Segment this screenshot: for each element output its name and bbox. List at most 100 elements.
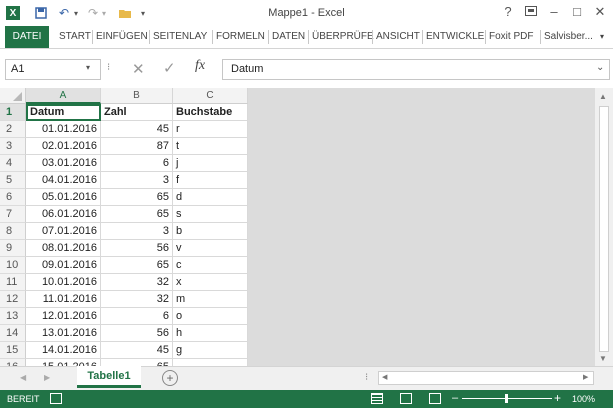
cell-a[interactable]: 03.01.2016 xyxy=(26,155,101,172)
row-header[interactable]: 6 xyxy=(0,189,26,206)
name-box-dropdown-icon[interactable]: ▾ xyxy=(86,63,90,72)
add-sheet-button[interactable]: + xyxy=(162,370,178,386)
formula-bar-handle-icon[interactable]: ⁝ xyxy=(107,62,110,73)
minimize-icon[interactable]: – xyxy=(543,2,565,22)
cell-b[interactable]: 32 xyxy=(101,274,173,291)
tab-ueberpruefen[interactable]: ÜBERPRÜFE xyxy=(312,26,374,48)
tab-einfuegen[interactable]: EINFÜGEN xyxy=(96,26,148,48)
cell-c[interactable]: j xyxy=(173,155,248,172)
cell-b[interactable]: 3 xyxy=(101,172,173,189)
cell-c[interactable]: d xyxy=(173,189,248,206)
next-sheet-icon[interactable]: ▶ xyxy=(44,373,50,382)
cell-b[interactable]: 45 xyxy=(101,121,173,138)
tab-foxit-pdf[interactable]: Foxit PDF xyxy=(489,26,533,48)
tab-start[interactable]: START xyxy=(59,26,91,48)
scroll-down-icon[interactable]: ▼ xyxy=(599,354,607,363)
cell-c[interactable]: c xyxy=(173,257,248,274)
cell-b[interactable]: 87 xyxy=(101,138,173,155)
tab-daten[interactable]: DATEN xyxy=(272,26,305,48)
select-all-corner[interactable] xyxy=(0,88,26,104)
header-cell-b[interactable]: Zahl xyxy=(101,104,173,121)
zoom-slider-thumb[interactable] xyxy=(505,394,508,403)
row-header[interactable]: 9 xyxy=(0,240,26,257)
horizontal-scrollbar[interactable]: ◀ ▶ xyxy=(378,371,594,385)
cell-c[interactable]: h xyxy=(173,325,248,342)
page-break-preview-icon[interactable] xyxy=(429,393,441,404)
page-layout-view-icon[interactable] xyxy=(400,393,412,404)
cell-a[interactable]: 12.01.2016 xyxy=(26,308,101,325)
close-icon[interactable]: ✕ xyxy=(589,2,611,22)
worksheet-empty-area[interactable] xyxy=(248,88,595,366)
name-box[interactable]: A1 ▾ xyxy=(5,59,101,80)
row-header[interactable]: 7 xyxy=(0,206,26,223)
cell-a[interactable]: 04.01.2016 xyxy=(26,172,101,189)
row-header[interactable]: 11 xyxy=(0,274,26,291)
row-header[interactable]: 1 xyxy=(0,104,26,121)
cell-c[interactable]: v xyxy=(173,240,248,257)
column-header-b[interactable]: B xyxy=(101,88,173,104)
maximize-icon[interactable]: □ xyxy=(566,2,588,22)
horizontal-scroll-thumb[interactable] xyxy=(393,374,581,382)
cell-b[interactable]: 6 xyxy=(101,155,173,172)
cell-b[interactable]: 65 xyxy=(101,206,173,223)
cell-c[interactable]: o xyxy=(173,308,248,325)
tab-seitenlayout[interactable]: SEITENLAY xyxy=(153,26,207,48)
help-icon[interactable]: ? xyxy=(497,2,519,22)
row-header[interactable]: 13 xyxy=(0,308,26,325)
cell-a[interactable]: 08.01.2016 xyxy=(26,240,101,257)
insert-function-icon[interactable]: fx xyxy=(195,58,205,74)
vertical-scroll-thumb[interactable] xyxy=(599,106,609,352)
cell-b[interactable]: 56 xyxy=(101,325,173,342)
previous-sheet-icon[interactable]: ◀ xyxy=(20,373,26,382)
row-header[interactable]: 4 xyxy=(0,155,26,172)
cell-c[interactable]: m xyxy=(173,291,248,308)
cell-b[interactable]: 65 xyxy=(101,257,173,274)
row-header[interactable]: 3 xyxy=(0,138,26,155)
tab-formeln[interactable]: FORMELN xyxy=(216,26,265,48)
cell-b[interactable]: 32 xyxy=(101,291,173,308)
formula-input[interactable]: Datum xyxy=(222,59,610,80)
cell-b[interactable]: 45 xyxy=(101,342,173,359)
cell-c[interactable]: f xyxy=(173,172,248,189)
sheet-tab-tabelle1[interactable]: Tabelle1 xyxy=(77,366,141,388)
cell-a[interactable]: 14.01.2016 xyxy=(26,342,101,359)
cell-a[interactable]: 13.01.2016 xyxy=(26,325,101,342)
account-dropdown-icon[interactable]: ▾ xyxy=(600,26,604,48)
column-header-c[interactable]: C xyxy=(173,88,248,104)
row-header[interactable]: 5 xyxy=(0,172,26,189)
cell-a[interactable]: 01.01.2016 xyxy=(26,121,101,138)
vertical-scrollbar[interactable]: ▲ ▼ xyxy=(595,88,613,366)
header-cell-a[interactable]: Datum xyxy=(26,104,101,121)
cancel-entry-icon[interactable]: ✕ xyxy=(132,60,145,78)
confirm-entry-icon[interactable]: ✓ xyxy=(163,59,176,77)
cell-c[interactable]: g xyxy=(173,342,248,359)
account-name[interactable]: Salvisber... xyxy=(544,26,593,48)
ribbon-display-options-icon[interactable] xyxy=(520,2,542,22)
cell-c[interactable]: r xyxy=(173,121,248,138)
cell-c[interactable]: s xyxy=(173,206,248,223)
tab-ansicht[interactable]: ANSICHT xyxy=(376,26,420,48)
zoom-level[interactable]: 100% xyxy=(572,394,595,404)
scroll-left-icon[interactable]: ◀ xyxy=(382,373,387,381)
row-header[interactable]: 8 xyxy=(0,223,26,240)
cell-b[interactable]: 65 xyxy=(101,189,173,206)
tab-file[interactable]: DATEI xyxy=(5,26,49,48)
row-header[interactable]: 12 xyxy=(0,291,26,308)
cell-c[interactable]: b xyxy=(173,223,248,240)
cell-a[interactable]: 06.01.2016 xyxy=(26,206,101,223)
normal-view-icon[interactable] xyxy=(371,393,383,404)
scroll-right-icon[interactable]: ▶ xyxy=(583,373,588,381)
header-cell-c[interactable]: Buchstabe xyxy=(173,104,248,121)
cell-b[interactable]: 6 xyxy=(101,308,173,325)
row-header[interactable]: 14 xyxy=(0,325,26,342)
cell-c[interactable]: x xyxy=(173,274,248,291)
row-header[interactable]: 15 xyxy=(0,342,26,359)
cell-b[interactable]: 3 xyxy=(101,223,173,240)
cell-a[interactable]: 11.01.2016 xyxy=(26,291,101,308)
cell-b[interactable]: 56 xyxy=(101,240,173,257)
zoom-in-icon[interactable]: + xyxy=(554,391,561,405)
row-header[interactable]: 2 xyxy=(0,121,26,138)
cell-a[interactable]: 09.01.2016 xyxy=(26,257,101,274)
cell-a[interactable]: 07.01.2016 xyxy=(26,223,101,240)
tab-split-handle-icon[interactable]: ⁝ xyxy=(365,372,368,383)
